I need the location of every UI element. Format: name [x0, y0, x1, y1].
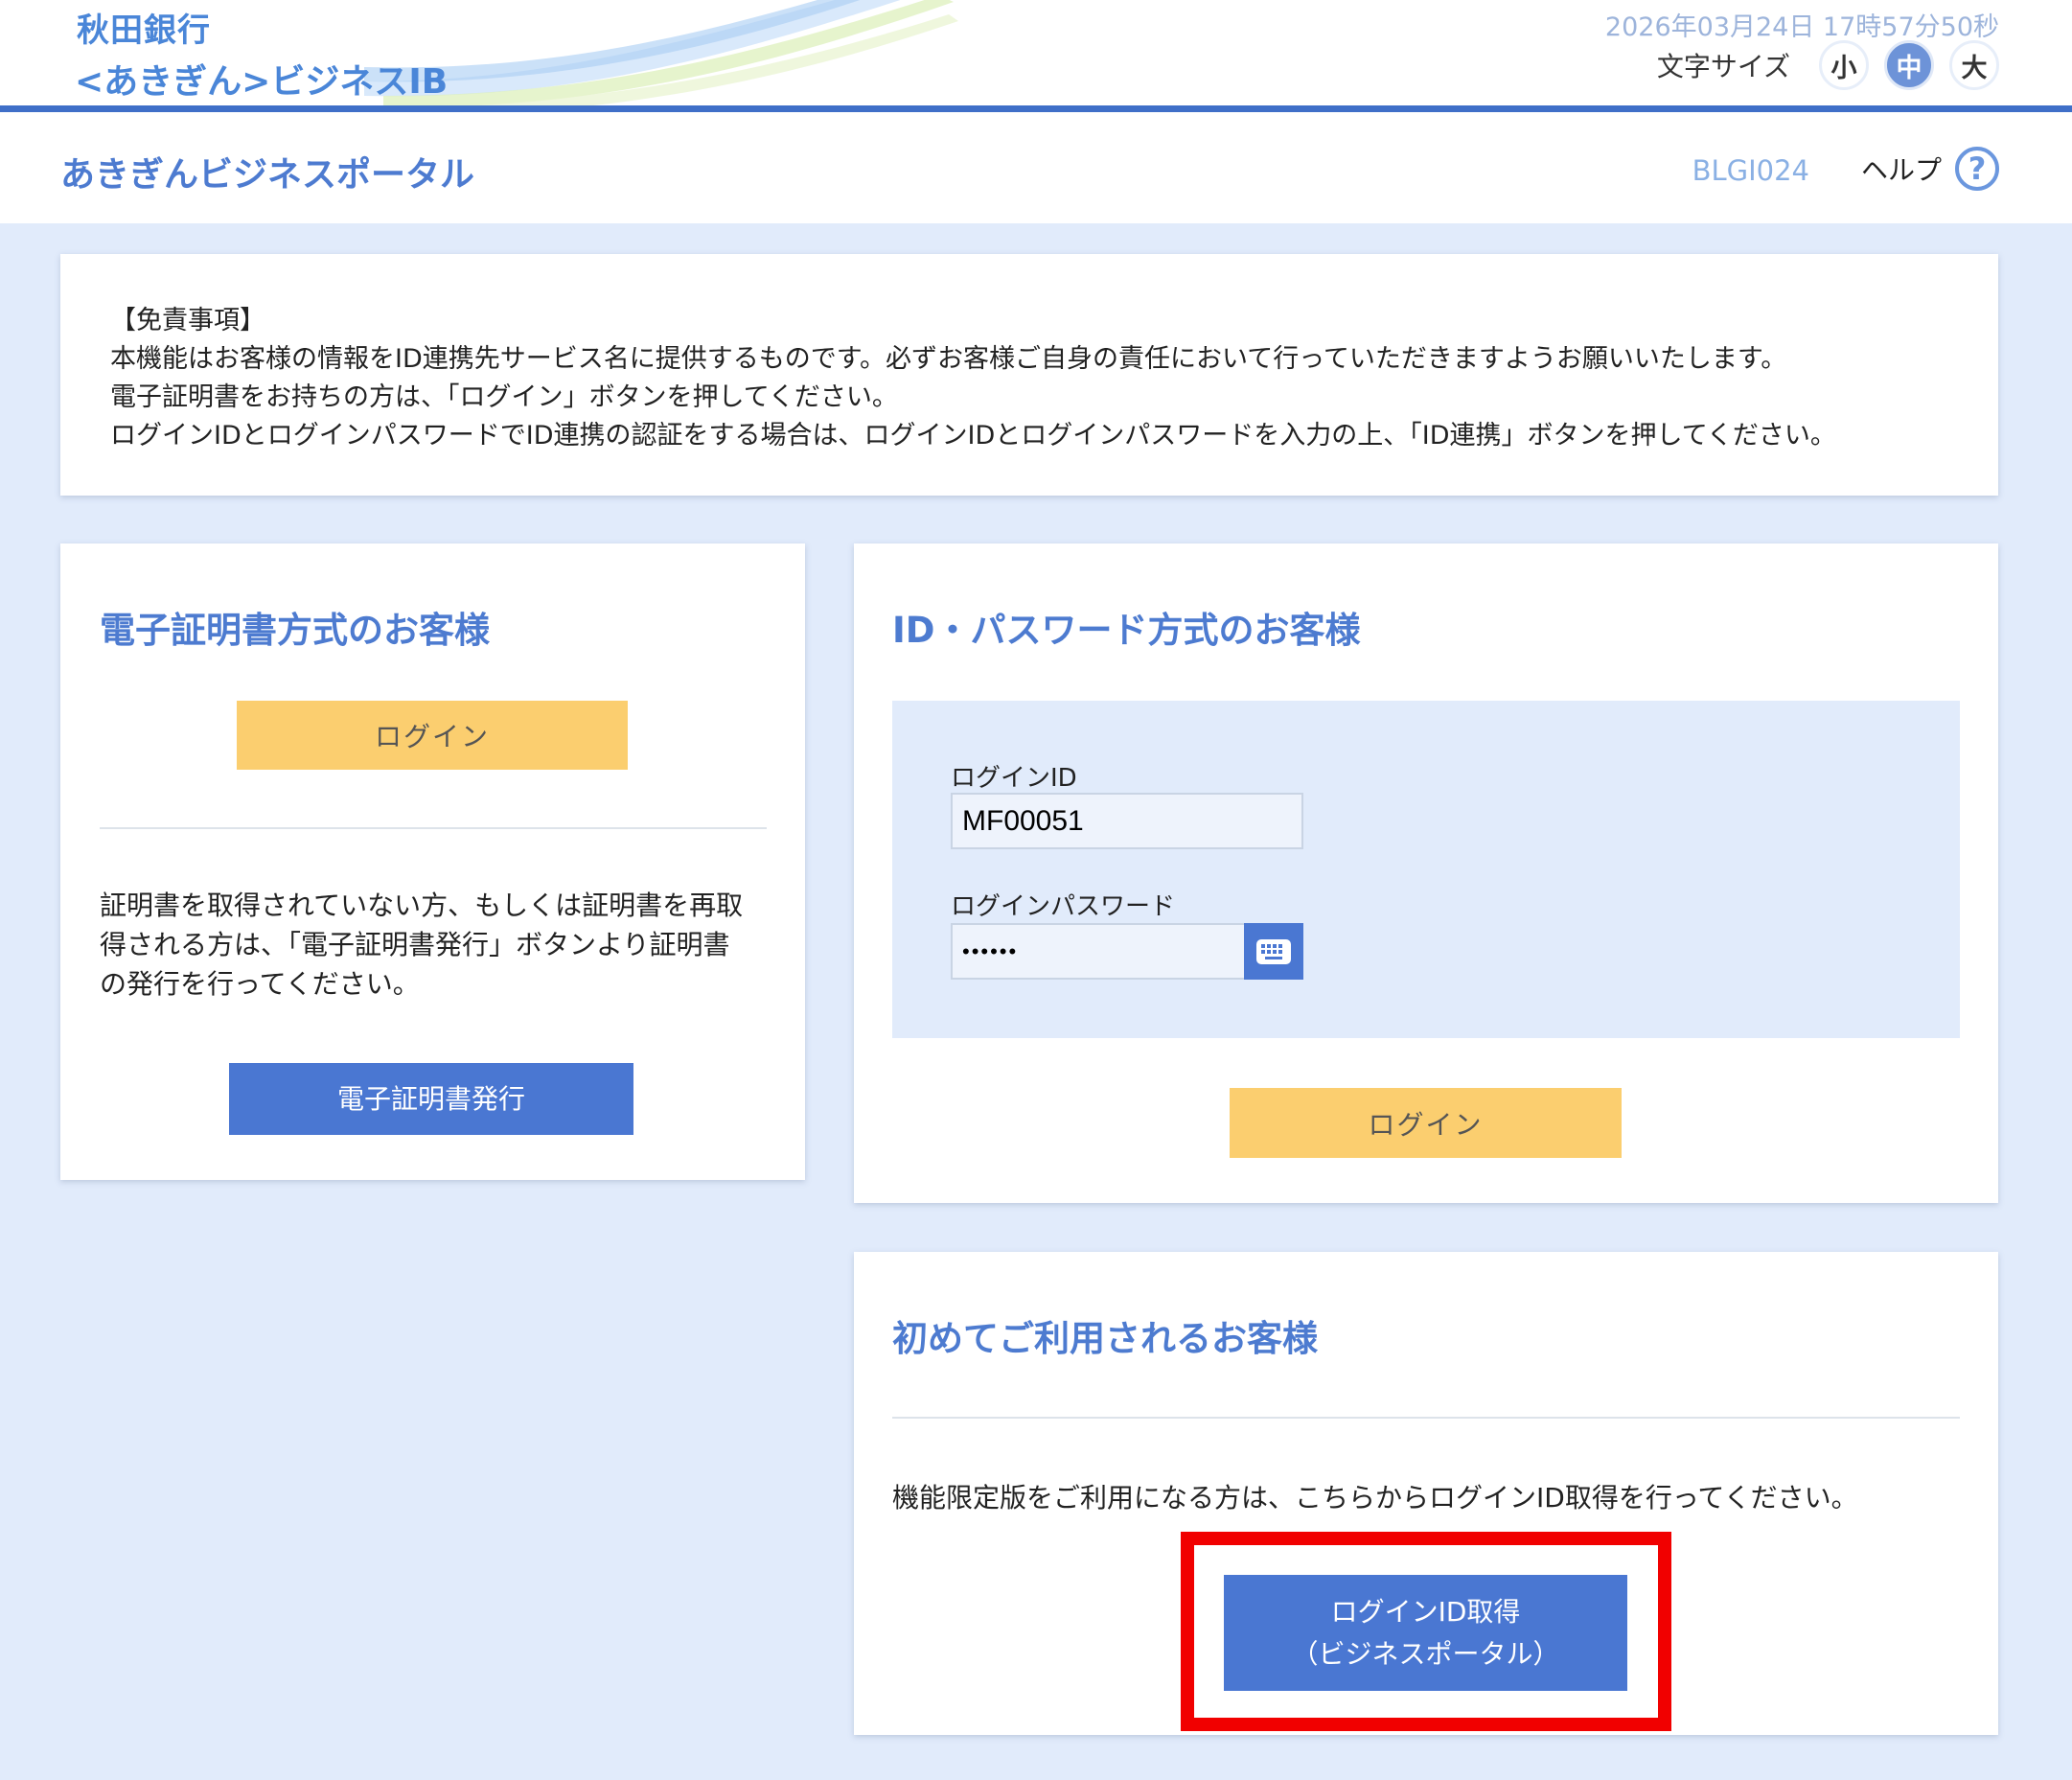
certificate-description-line: 得される方は、「電子証明書発行」ボタンより証明書	[100, 929, 730, 960]
id-password-login-button[interactable]: ログイン	[1230, 1088, 1622, 1158]
disclaimer-line: 電子証明書をお持ちの方は、「ログイン」ボタンを押してください。	[110, 382, 898, 412]
disclaimer-card: 【免責事項】 本機能はお客様の情報をID連携先サービス名に提供するものです。必ず…	[60, 254, 1998, 496]
page-title: あきぎんビジネスポータル	[60, 155, 475, 195]
disclaimer-line: 本機能はお客様の情報をID連携先サービス名に提供するものです。必ずお客様ご自身の…	[110, 344, 1787, 374]
font-size-label: 文字サイズ	[1656, 51, 1790, 82]
certificate-section-title: 電子証明書方式のお客様	[100, 610, 490, 651]
title-bar: あきぎんビジネスポータル BLGI024 ヘルプ ?	[0, 112, 2072, 223]
current-datetime: 2026年03月24日 17時57分50秒	[1604, 12, 1999, 42]
font-size-small-button[interactable]: 小	[1819, 40, 1869, 90]
password-input[interactable]: ••••••	[951, 923, 1246, 980]
disclaimer-heading: 【免責事項】	[110, 306, 265, 335]
service-name: <あきぎん>ビジネスIB	[75, 62, 449, 102]
id-password-login-card: ID・パスワード方式のお客様 ログインID MF00051 ログインパスワード …	[854, 543, 1998, 1203]
certificate-login-button[interactable]: ログイン	[237, 701, 628, 770]
help-label: ヘルプ	[1860, 154, 1942, 186]
bank-name: 秋田銀行	[77, 12, 211, 50]
font-size-selector: 文字サイズ 小 中 大	[1657, 40, 1999, 90]
screen-id: BLGI024	[1692, 154, 1809, 187]
brand-swoosh-decoration	[364, 0, 958, 107]
font-size-medium-button[interactable]: 中	[1884, 40, 1934, 90]
brand-header: 秋田銀行 <あきぎん>ビジネスIB 2026年03月24日 17時57分50秒 …	[0, 0, 2072, 107]
first-time-section-title: 初めてご利用されるお客様	[892, 1318, 1318, 1359]
certificate-description-line: 証明書を取得されていない方、もしくは証明書を再取	[100, 890, 744, 921]
first-time-description: 機能限定版をご利用になる方は、こちらからログインID取得を行ってください。	[892, 1482, 1858, 1514]
certificate-description-line: の発行を行ってください。	[100, 968, 420, 1000]
id-password-section-title: ID・パスワード方式のお客様	[892, 610, 1361, 651]
highlight-annotation-frame	[1181, 1532, 1671, 1731]
section-divider	[100, 827, 767, 829]
section-divider	[892, 1417, 1960, 1419]
header-divider	[0, 105, 2072, 112]
keyboard-icon	[1256, 938, 1291, 964]
login-id-input[interactable]: MF00051	[951, 793, 1303, 849]
issue-certificate-button[interactable]: 電子証明書発行	[229, 1063, 633, 1135]
software-keyboard-button[interactable]	[1244, 923, 1303, 980]
password-label: ログインパスワード	[951, 892, 1176, 921]
login-id-label: ログインID	[951, 764, 1077, 793]
font-size-large-button[interactable]: 大	[1949, 40, 1999, 90]
login-form-panel: ログインID MF00051 ログインパスワード ••••••	[892, 701, 1960, 1038]
help-icon[interactable]: ?	[1955, 147, 1999, 191]
certificate-login-card: 電子証明書方式のお客様 ログイン 証明書を取得されていない方、もしくは証明書を再…	[60, 543, 805, 1180]
disclaimer-line: ログインIDとログインパスワードでID連携の認証をする場合は、ログインIDとログ…	[110, 421, 1836, 451]
certificate-description: 証明書を取得されていない方、もしくは証明書を再取 得される方は、「電子証明書発行…	[100, 886, 743, 1004]
help-link[interactable]: ヘルプ ?	[1861, 147, 1999, 191]
